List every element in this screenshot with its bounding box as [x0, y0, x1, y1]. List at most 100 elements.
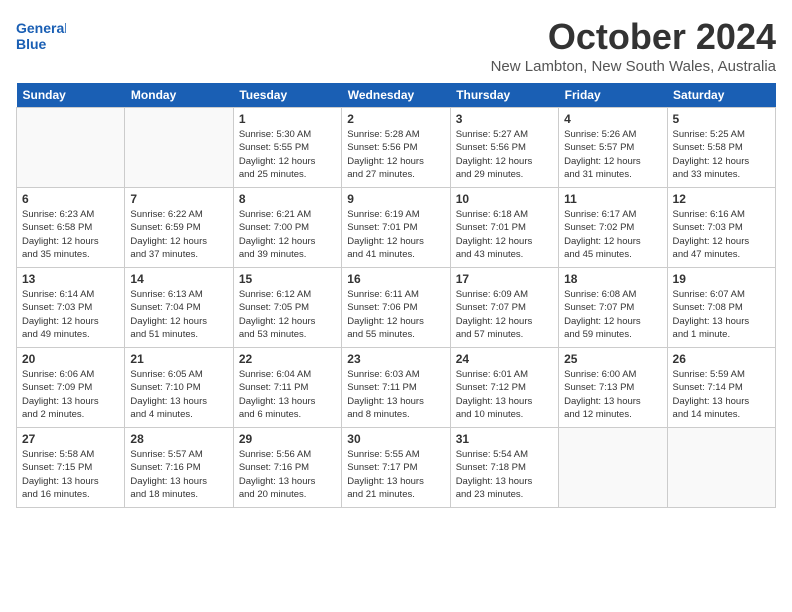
svg-text:Blue: Blue [16, 36, 47, 52]
calendar-cell: 20Sunrise: 6:06 AM Sunset: 7:09 PM Dayli… [17, 348, 125, 428]
calendar-header: SundayMondayTuesdayWednesdayThursdayFrid… [17, 83, 776, 108]
logo-svg: General Blue [16, 16, 66, 56]
calendar-week-1: 1 Sunrise: 5:30 AM Sunset: 5:55 PM Daylig… [17, 108, 776, 188]
day-info: Sunrise: 5:28 AM Sunset: 5:56 PM Dayligh… [347, 128, 444, 181]
day-info: Sunrise: 5:59 AM Sunset: 7:14 PM Dayligh… [673, 368, 770, 421]
day-info: Sunrise: 6:22 AM Sunset: 6:59 PM Dayligh… [130, 208, 227, 261]
day-info: Sunrise: 5:30 AM Sunset: 5:55 PM Dayligh… [239, 128, 336, 181]
day-info: Sunrise: 6:18 AM Sunset: 7:01 PM Dayligh… [456, 208, 553, 261]
calendar-week-4: 20Sunrise: 6:06 AM Sunset: 7:09 PM Dayli… [17, 348, 776, 428]
day-number: 26 [673, 352, 770, 366]
day-info: Sunrise: 6:23 AM Sunset: 6:58 PM Dayligh… [22, 208, 119, 261]
day-number: 25 [564, 352, 661, 366]
day-number: 24 [456, 352, 553, 366]
day-info: Sunrise: 5:54 AM Sunset: 7:18 PM Dayligh… [456, 448, 553, 501]
day-number: 21 [130, 352, 227, 366]
calendar-cell: 14 Sunrise: 6:13 AM Sunset: 7:04 PM Dayli… [125, 268, 233, 348]
day-info: Sunrise: 6:08 AM Sunset: 7:07 PM Dayligh… [564, 288, 661, 341]
day-info: Sunrise: 6:12 AM Sunset: 7:05 PM Dayligh… [239, 288, 336, 341]
calendar-cell: 31 Sunrise: 5:54 AM Sunset: 7:18 PM Dayli… [450, 428, 558, 508]
calendar-week-5: 27 Sunrise: 5:58 AM Sunset: 7:15 PM Dayli… [17, 428, 776, 508]
calendar-cell: 4Sunrise: 5:26 AM Sunset: 5:57 PM Daylig… [559, 108, 667, 188]
page-header: General Blue October 2024 New Lambton, N… [16, 16, 776, 75]
title-area: October 2024 New Lambton, New South Wale… [491, 16, 776, 75]
day-info: Sunrise: 6:14 AM Sunset: 7:03 PM Dayligh… [22, 288, 119, 341]
day-header-monday: Monday [125, 83, 233, 108]
day-info: Sunrise: 5:55 AM Sunset: 7:17 PM Dayligh… [347, 448, 444, 501]
calendar-cell: 3 Sunrise: 5:27 AM Sunset: 5:56 PM Daylig… [450, 108, 558, 188]
calendar-cell: 7 Sunrise: 6:22 AM Sunset: 6:59 PM Daylig… [125, 188, 233, 268]
day-number: 19 [673, 272, 770, 286]
day-header-saturday: Saturday [667, 83, 775, 108]
calendar-cell: 26 Sunrise: 5:59 AM Sunset: 7:14 PM Dayli… [667, 348, 775, 428]
calendar-week-2: 6 Sunrise: 6:23 AM Sunset: 6:58 PM Daylig… [17, 188, 776, 268]
day-info: Sunrise: 5:57 AM Sunset: 7:16 PM Dayligh… [130, 448, 227, 501]
day-number: 5 [673, 112, 770, 126]
day-info: Sunrise: 6:01 AM Sunset: 7:12 PM Dayligh… [456, 368, 553, 421]
calendar-cell: 27 Sunrise: 5:58 AM Sunset: 7:15 PM Dayli… [17, 428, 125, 508]
day-header-wednesday: Wednesday [342, 83, 450, 108]
day-info: Sunrise: 5:27 AM Sunset: 5:56 PM Dayligh… [456, 128, 553, 181]
day-info: Sunrise: 5:56 AM Sunset: 7:16 PM Dayligh… [239, 448, 336, 501]
day-number: 12 [673, 192, 770, 206]
day-number: 9 [347, 192, 444, 206]
calendar-cell: 19 Sunrise: 6:07 AM Sunset: 7:08 PM Dayli… [667, 268, 775, 348]
day-number: 4 [564, 112, 661, 126]
day-header-tuesday: Tuesday [233, 83, 341, 108]
day-info: Sunrise: 6:00 AM Sunset: 7:13 PM Dayligh… [564, 368, 661, 421]
calendar-cell: 25 Sunrise: 6:00 AM Sunset: 7:13 PM Dayli… [559, 348, 667, 428]
calendar-cell: 12 Sunrise: 6:16 AM Sunset: 7:03 PM Dayli… [667, 188, 775, 268]
day-info: Sunrise: 6:03 AM Sunset: 7:11 PM Dayligh… [347, 368, 444, 421]
day-info: Sunrise: 6:17 AM Sunset: 7:02 PM Dayligh… [564, 208, 661, 261]
day-info: Sunrise: 6:09 AM Sunset: 7:07 PM Dayligh… [456, 288, 553, 341]
day-info: Sunrise: 6:16 AM Sunset: 7:03 PM Dayligh… [673, 208, 770, 261]
location-title: New Lambton, New South Wales, Australia [491, 58, 776, 75]
day-number: 3 [456, 112, 553, 126]
day-header-friday: Friday [559, 83, 667, 108]
calendar-cell: 21 Sunrise: 6:05 AM Sunset: 7:10 PM Dayli… [125, 348, 233, 428]
calendar-cell: 13 Sunrise: 6:14 AM Sunset: 7:03 PM Dayli… [17, 268, 125, 348]
calendar-cell [125, 108, 233, 188]
month-title: October 2024 [491, 16, 776, 58]
day-number: 10 [456, 192, 553, 206]
day-info: Sunrise: 6:05 AM Sunset: 7:10 PM Dayligh… [130, 368, 227, 421]
day-info: Sunrise: 6:11 AM Sunset: 7:06 PM Dayligh… [347, 288, 444, 341]
calendar-cell: 24 Sunrise: 6:01 AM Sunset: 7:12 PM Dayli… [450, 348, 558, 428]
day-info: Sunrise: 5:58 AM Sunset: 7:15 PM Dayligh… [22, 448, 119, 501]
calendar-cell: 29 Sunrise: 5:56 AM Sunset: 7:16 PM Dayli… [233, 428, 341, 508]
day-number: 1 [239, 112, 336, 126]
calendar-table: SundayMondayTuesdayWednesdayThursdayFrid… [16, 83, 776, 508]
calendar-cell: 30 Sunrise: 5:55 AM Sunset: 7:17 PM Dayli… [342, 428, 450, 508]
calendar-cell [17, 108, 125, 188]
calendar-cell: 11Sunrise: 6:17 AM Sunset: 7:02 PM Dayli… [559, 188, 667, 268]
day-number: 2 [347, 112, 444, 126]
calendar-cell: 6 Sunrise: 6:23 AM Sunset: 6:58 PM Daylig… [17, 188, 125, 268]
calendar-cell: 23 Sunrise: 6:03 AM Sunset: 7:11 PM Dayli… [342, 348, 450, 428]
day-number: 30 [347, 432, 444, 446]
day-number: 28 [130, 432, 227, 446]
day-number: 29 [239, 432, 336, 446]
day-number: 27 [22, 432, 119, 446]
day-number: 23 [347, 352, 444, 366]
day-info: Sunrise: 6:07 AM Sunset: 7:08 PM Dayligh… [673, 288, 770, 341]
calendar-cell: 9 Sunrise: 6:19 AM Sunset: 7:01 PM Daylig… [342, 188, 450, 268]
logo: General Blue [16, 16, 66, 56]
calendar-cell: 1 Sunrise: 5:30 AM Sunset: 5:55 PM Daylig… [233, 108, 341, 188]
day-number: 16 [347, 272, 444, 286]
calendar-cell: 22Sunrise: 6:04 AM Sunset: 7:11 PM Dayli… [233, 348, 341, 428]
day-info: Sunrise: 6:19 AM Sunset: 7:01 PM Dayligh… [347, 208, 444, 261]
day-number: 6 [22, 192, 119, 206]
day-number: 31 [456, 432, 553, 446]
calendar-cell: 10 Sunrise: 6:18 AM Sunset: 7:01 PM Dayli… [450, 188, 558, 268]
day-number: 13 [22, 272, 119, 286]
day-header-thursday: Thursday [450, 83, 558, 108]
day-number: 14 [130, 272, 227, 286]
day-number: 17 [456, 272, 553, 286]
day-number: 18 [564, 272, 661, 286]
day-number: 8 [239, 192, 336, 206]
day-number: 20 [22, 352, 119, 366]
day-number: 7 [130, 192, 227, 206]
day-info: Sunrise: 6:13 AM Sunset: 7:04 PM Dayligh… [130, 288, 227, 341]
calendar-cell: 16 Sunrise: 6:11 AM Sunset: 7:06 PM Dayli… [342, 268, 450, 348]
calendar-cell: 28 Sunrise: 5:57 AM Sunset: 7:16 PM Dayli… [125, 428, 233, 508]
